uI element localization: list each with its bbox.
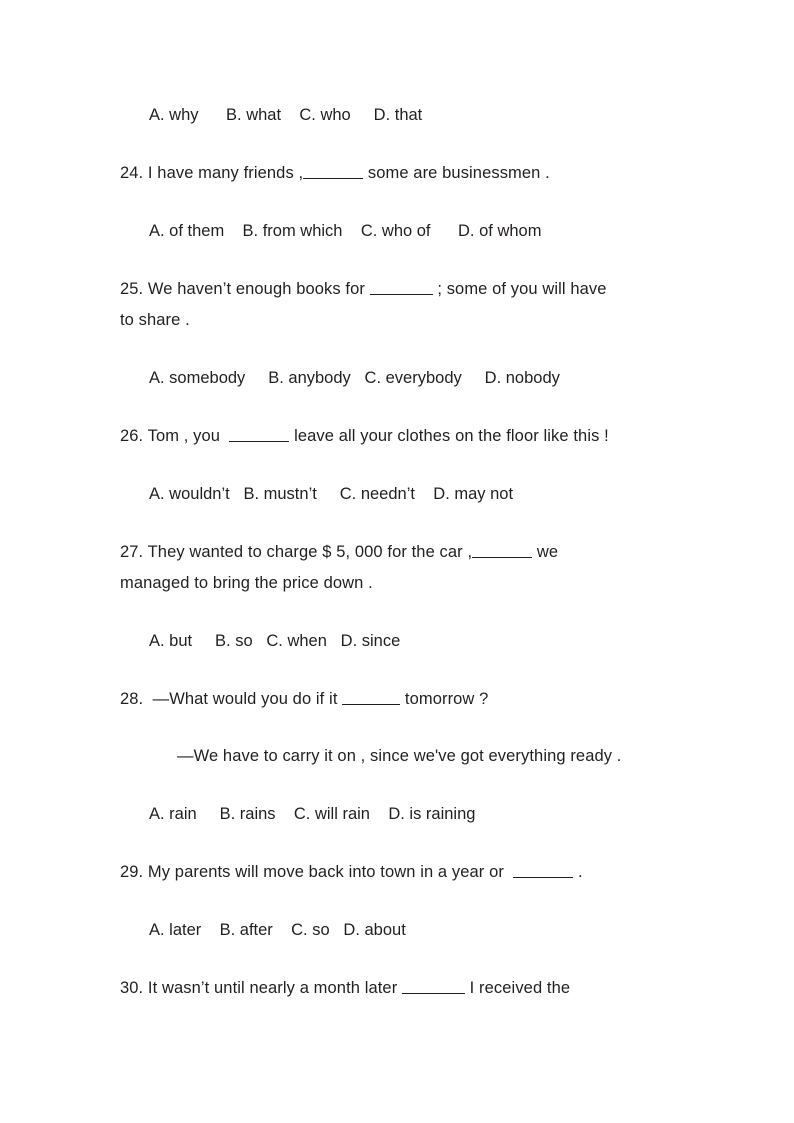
question-stem-q26: 26. Tom , you leave all your clothes on … (120, 421, 680, 452)
question-block-q28: 28. —What would you do if it tomorrow ? … (120, 684, 680, 830)
answer-blank-q30[interactable] (402, 978, 465, 994)
options-row-q24[interactable]: A. of them B. from which C. who of D. of… (120, 216, 680, 247)
question-block-q25: 25. We haven’t enough books for ; some o… (120, 274, 680, 394)
question-stem-q30: 30. It wasn’t until nearly a month later… (120, 973, 680, 1004)
options-row-q26[interactable]: A. wouldn’t B. mustn’t C. needn’t D. may… (120, 479, 680, 510)
question-block-q26: 26. Tom , you leave all your clothes on … (120, 421, 680, 510)
stem-text-suffix-q30: I received the (465, 979, 571, 997)
question-dialog-reply-q28: —We have to carry it on , since we've go… (177, 747, 622, 765)
stem-text-prefix-q24: 24. I have many friends , (120, 164, 304, 182)
question-block-q23-continued: A. why B. what C. who D. that (120, 100, 680, 131)
answer-blank-q25[interactable] (369, 279, 433, 295)
stem-text-prefix-q27: 27. They wanted to charge $ 5, 000 for t… (120, 543, 473, 561)
question-stem-q28: 28. —What would you do if it tomorrow ? (120, 684, 680, 715)
question-stem-line2-q27: managed to bring the price down . (120, 574, 373, 592)
answer-blank-q27[interactable] (472, 542, 533, 558)
document-page: A. why B. what C. who D. that 24. I have… (0, 0, 794, 1123)
question-stem-q29: 29. My parents will move back into town … (120, 857, 680, 888)
stem-text-suffix-q28: tomorrow ? (400, 690, 489, 708)
stem-text-prefix-q26: 26. Tom , you (120, 427, 230, 445)
exam-content: A. why B. what C. who D. that 24. I have… (120, 100, 680, 1004)
stem-text-prefix-q30: 30. It wasn’t until nearly a month later (120, 979, 402, 997)
question-stem-q27: 27. They wanted to charge $ 5, 000 for t… (120, 537, 680, 568)
question-stem-q25: 25. We haven’t enough books for ; some o… (120, 274, 680, 305)
answer-blank-q28[interactable] (342, 689, 401, 705)
answer-blank-q24[interactable] (303, 163, 364, 179)
question-block-q30: 30. It wasn’t until nearly a month later… (120, 973, 680, 1004)
options-row-q28[interactable]: A. rain B. rains C. will rain D. is rain… (120, 799, 680, 830)
options-row-q25[interactable]: A. somebody B. anybody C. everybody D. n… (120, 363, 680, 394)
question-block-q24: 24. I have many friends , some are busin… (120, 158, 680, 247)
stem-text-prefix-q29: 29. My parents will move back into town … (120, 863, 514, 881)
stem-text-suffix-q29: . (573, 863, 583, 881)
question-stem-q24: 24. I have many friends , some are busin… (120, 158, 680, 189)
question-block-q29: 29. My parents will move back into town … (120, 857, 680, 946)
stem-text-prefix-q25: 25. We haven’t enough books for (120, 280, 370, 298)
stem-text-prefix-q28: 28. —What would you do if it (120, 690, 343, 708)
question-stem-line2-q25: to share . (120, 311, 190, 329)
options-row-q23[interactable]: A. why B. what C. who D. that (120, 100, 680, 131)
stem-text-suffix-q27: we (532, 543, 559, 561)
answer-blank-q26[interactable] (229, 426, 290, 442)
answer-blank-q29[interactable] (513, 862, 574, 878)
options-row-q27[interactable]: A. but B. so C. when D. since (120, 626, 680, 657)
stem-text-suffix-q26: leave all your clothes on the floor like… (289, 427, 609, 445)
stem-text-suffix-q25: ; some of you will have (432, 280, 607, 298)
question-block-q27: 27. They wanted to charge $ 5, 000 for t… (120, 537, 680, 657)
stem-text-suffix-q24: some are businessmen . (363, 164, 550, 182)
options-row-q29[interactable]: A. later B. after C. so D. about (120, 915, 680, 946)
